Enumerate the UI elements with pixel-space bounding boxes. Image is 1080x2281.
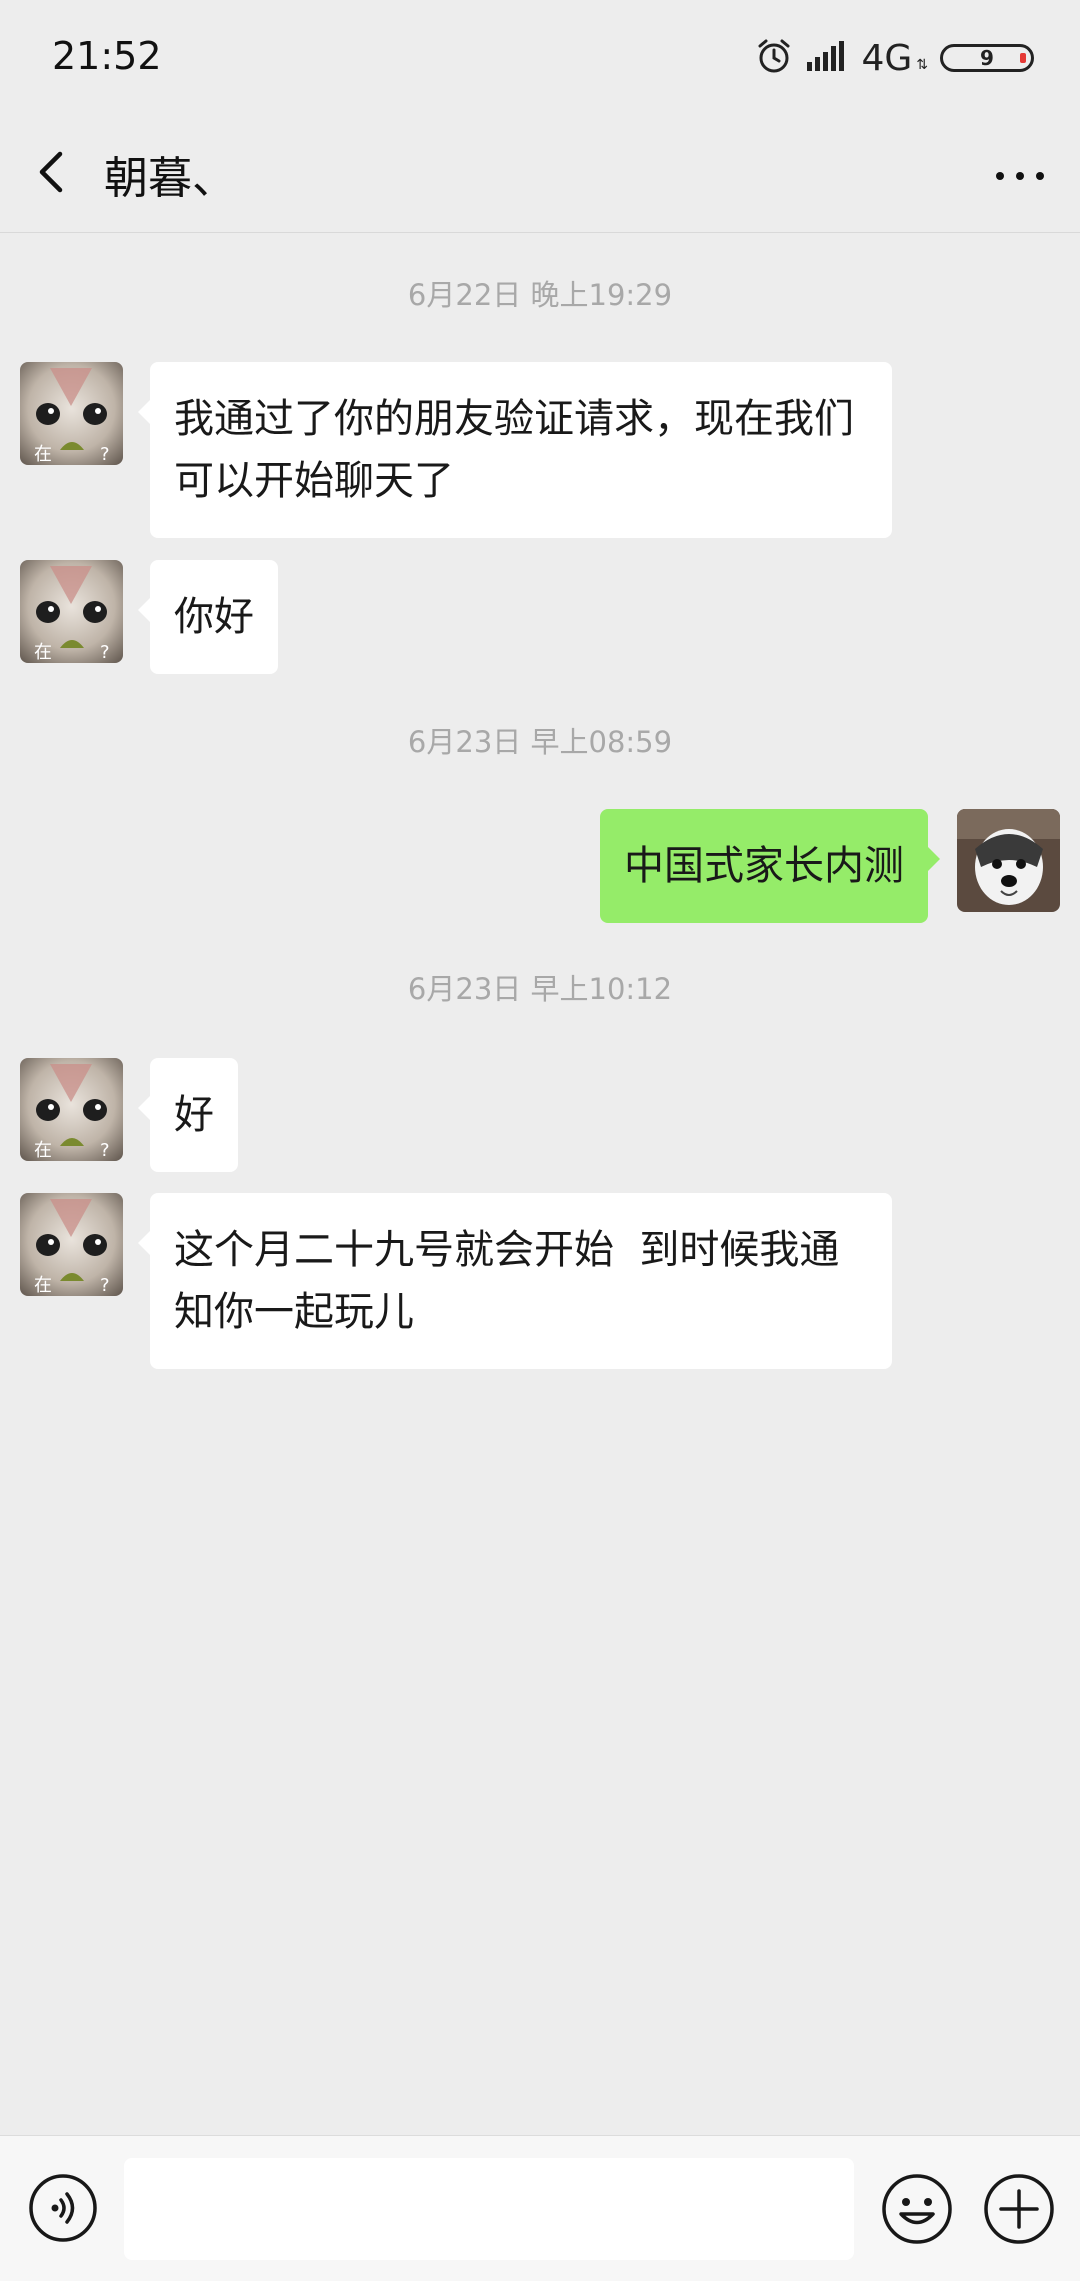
incoming-message[interactable]: 我通过了你的朋友验证请求，现在我们可以开始聊天了 (138, 362, 892, 538)
svg-text:在: 在 (34, 444, 52, 465)
status-time: 21:52 (52, 34, 162, 78)
message-text: 这个月二十九号就会开始 到时候我通知你一起玩儿 (174, 1227, 840, 1335)
input-bar (0, 2135, 1080, 2281)
timestamp: 6月23日 早上10:12 (407, 972, 673, 1006)
message-text: 好 (174, 1092, 214, 1138)
message-input[interactable] (124, 2158, 854, 2260)
message-text: 我通过了你的朋友验证请求，现在我们可以开始聊天了 (174, 396, 854, 504)
svg-text:?: ? (100, 1140, 110, 1161)
svg-text:?: ? (100, 642, 110, 663)
more-icon[interactable] (990, 146, 1050, 206)
message-text: 你好 (174, 594, 254, 640)
svg-text:在: 在 (34, 1140, 52, 1161)
outgoing-message[interactable]: 中国式家长内测 (600, 809, 940, 923)
svg-text:在: 在 (34, 642, 52, 663)
svg-text:在: 在 (34, 1275, 52, 1296)
my-avatar[interactable] (957, 809, 1060, 912)
timestamp: 6月23日 早上08:59 (407, 725, 673, 759)
incoming-message[interactable]: 好 (138, 1058, 238, 1172)
alarm-icon (755, 37, 793, 79)
battery-icon: 9 (940, 44, 1034, 72)
incoming-message[interactable]: 这个月二十九号就会开始 到时候我通知你一起玩儿 (138, 1193, 892, 1369)
chat-header: 朝暮、 (0, 112, 1080, 233)
contact-avatar[interactable]: 在 ? (20, 560, 123, 663)
status-icons: 4G ⇅ 9 (755, 36, 1034, 80)
signal-icon (805, 40, 849, 76)
incoming-message[interactable]: 你好 (138, 560, 278, 674)
message-text: 中国式家长内测 (624, 843, 904, 889)
back-arrow-icon[interactable] (26, 142, 86, 202)
battery-fill (1020, 53, 1026, 63)
status-bar: 21:52 4G ⇅ 9 (0, 0, 1080, 112)
contact-avatar[interactable]: 在 ? (20, 362, 123, 465)
svg-text:?: ? (100, 444, 110, 465)
voice-icon[interactable] (28, 2173, 98, 2243)
data-activity-icon: ⇅ (916, 57, 928, 73)
battery-level: 9 (980, 46, 994, 70)
svg-text:?: ? (100, 1275, 110, 1296)
plus-icon[interactable] (983, 2173, 1055, 2245)
emoji-icon[interactable] (881, 2173, 953, 2245)
contact-avatar[interactable]: 在 ? (20, 1058, 123, 1161)
network-type: 4G (861, 37, 913, 79)
contact-avatar[interactable]: 在 ? (20, 1193, 123, 1296)
chat-title: 朝暮、 (104, 153, 236, 204)
timestamp: 6月22日 晚上19:29 (407, 278, 673, 312)
message-list[interactable]: 6月22日 晚上19:29 在 ? 我通过了你的朋友验证请求，现在我们可以开始聊… (0, 232, 1080, 2136)
